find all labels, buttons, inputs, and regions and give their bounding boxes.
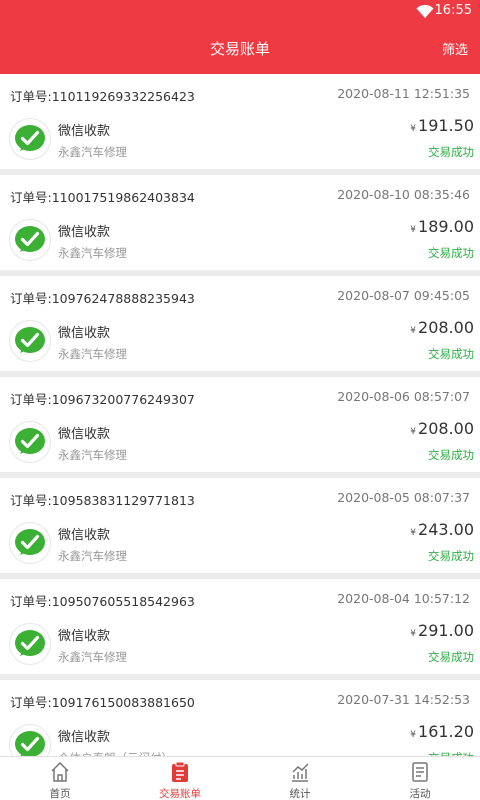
currency-symbol: ¥ (410, 225, 417, 235)
transaction-list[interactable]: 订单号:110119269332256423 2020-08-11 12:51:… (0, 74, 480, 756)
bill-icon (172, 761, 188, 782)
page-title: 交易账单 (209, 40, 270, 58)
merchant-name: 永鑫汽车修理 (58, 448, 127, 462)
transaction-card[interactable]: 订单号:110119269332256423 2020-08-11 12:51:… (0, 74, 480, 169)
payment-method: 微信收款 (58, 528, 111, 543)
transaction-amount: ¥191.50 (410, 116, 474, 135)
order-number: 订单号:110017519862403834 (10, 190, 195, 205)
transaction-time: 2020-08-10 08:35:46 (337, 187, 470, 202)
status-badge: 交易成功 (428, 246, 474, 260)
payment-method: 微信收款 (58, 427, 111, 442)
app-header: 交易账单 筛选 (0, 24, 480, 74)
transaction-card[interactable]: 订单号:109673200776249307 2020-08-06 08:57:… (0, 377, 480, 472)
payment-method: 微信收款 (58, 225, 111, 240)
status-badge: 交易成功 (428, 549, 474, 563)
amount-value: 208.00 (418, 419, 474, 438)
transaction-amount: ¥291.00 (410, 621, 474, 640)
payment-method: 微信收款 (58, 326, 111, 341)
transaction-amount: ¥243.00 (410, 520, 474, 539)
transaction-card[interactable]: 订单号:110017519862403834 2020-08-10 08:35:… (0, 175, 480, 270)
currency-symbol: ¥ (410, 528, 417, 538)
merchant-name: 永鑫汽车修理 (58, 650, 127, 664)
tab-home[interactable]: 首页 (0, 757, 120, 800)
wechat-pay-icon (9, 118, 51, 160)
transaction-time: 2020-08-04 10:57:12 (337, 591, 470, 606)
transaction-amount: ¥208.00 (410, 419, 474, 438)
tab-activity[interactable]: 活动 (360, 757, 480, 800)
wechat-pay-icon (9, 421, 51, 463)
amount-value: 243.00 (418, 520, 474, 539)
status-badge: 交易成功 (428, 145, 474, 159)
transaction-card[interactable]: 订单号:109762478888235943 2020-08-07 09:45:… (0, 276, 480, 371)
tab-stats[interactable]: 统计 (240, 757, 360, 800)
order-number: 订单号:109176150083881650 (10, 695, 195, 710)
currency-symbol: ¥ (410, 326, 417, 336)
merchant-name: 永鑫汽车修理 (58, 246, 127, 260)
payment-method: 微信收款 (58, 124, 111, 139)
tab-label-stats: 统计 (289, 788, 311, 800)
status-badge: 交易成功 (428, 650, 474, 664)
tab-bills[interactable]: 交易账单 (120, 757, 240, 800)
home-icon (51, 761, 69, 782)
order-number: 订单号:109762478888235943 (10, 291, 195, 306)
wifi-icon (416, 5, 434, 18)
activity-icon (412, 762, 428, 782)
payment-method: 微信收款 (58, 629, 111, 644)
status-badge: 交易成功 (428, 347, 474, 361)
wechat-pay-icon (9, 219, 51, 261)
transaction-time: 2020-08-05 08:07:37 (337, 490, 470, 505)
currency-symbol: ¥ (410, 124, 417, 134)
status-bar: 16:55 (0, 0, 480, 24)
transaction-amount: ¥189.00 (410, 217, 474, 236)
transaction-time: 2020-07-31 14:52:53 (337, 692, 470, 707)
transaction-card[interactable]: 订单号:109583831129771813 2020-08-05 08:07:… (0, 478, 480, 573)
currency-symbol: ¥ (410, 730, 417, 740)
order-number: 订单号:110119269332256423 (10, 89, 195, 104)
order-number: 订单号:109673200776249307 (10, 392, 195, 407)
transaction-amount: ¥161.20 (410, 722, 474, 741)
order-number: 订单号:109583831129771813 (10, 493, 195, 508)
wechat-pay-icon (9, 522, 51, 564)
amount-value: 189.00 (418, 217, 474, 236)
tab-label-activity: 活动 (409, 788, 431, 800)
transaction-time: 2020-08-06 08:57:07 (337, 389, 470, 404)
currency-symbol: ¥ (410, 427, 417, 437)
order-number: 订单号:109507605518542963 (10, 594, 195, 609)
wechat-pay-icon (9, 320, 51, 362)
currency-symbol: ¥ (410, 629, 417, 639)
amount-value: 208.00 (418, 318, 474, 337)
merchant-name: 永鑫汽车修理 (58, 145, 127, 159)
tab-label-bills: 交易账单 (159, 788, 201, 800)
transaction-card[interactable]: 订单号:109176150083881650 2020-07-31 14:52:… (0, 680, 480, 756)
payment-method: 微信收款 (58, 730, 111, 745)
amount-value: 291.00 (418, 621, 474, 640)
wechat-pay-icon (9, 724, 51, 756)
amount-value: 191.50 (418, 116, 474, 135)
merchant-name: 永鑫汽车修理 (58, 347, 127, 361)
chart-icon (292, 763, 309, 782)
transaction-amount: ¥208.00 (410, 318, 474, 337)
bottom-tab-bar: 首页 交易账单 统计 活动 (0, 756, 480, 800)
filter-button[interactable]: 筛选 (442, 39, 468, 58)
amount-value: 161.20 (418, 722, 474, 741)
merchant-name: 永鑫汽车修理 (58, 549, 127, 563)
tab-label-home: 首页 (49, 788, 71, 800)
transaction-time: 2020-08-07 09:45:05 (337, 288, 470, 303)
wechat-pay-icon (9, 623, 51, 665)
status-time: 16:55 (434, 3, 472, 18)
transaction-time: 2020-08-11 12:51:35 (337, 86, 470, 101)
status-badge: 交易成功 (428, 448, 474, 462)
transaction-card[interactable]: 订单号:109507605518542963 2020-08-04 10:57:… (0, 579, 480, 674)
